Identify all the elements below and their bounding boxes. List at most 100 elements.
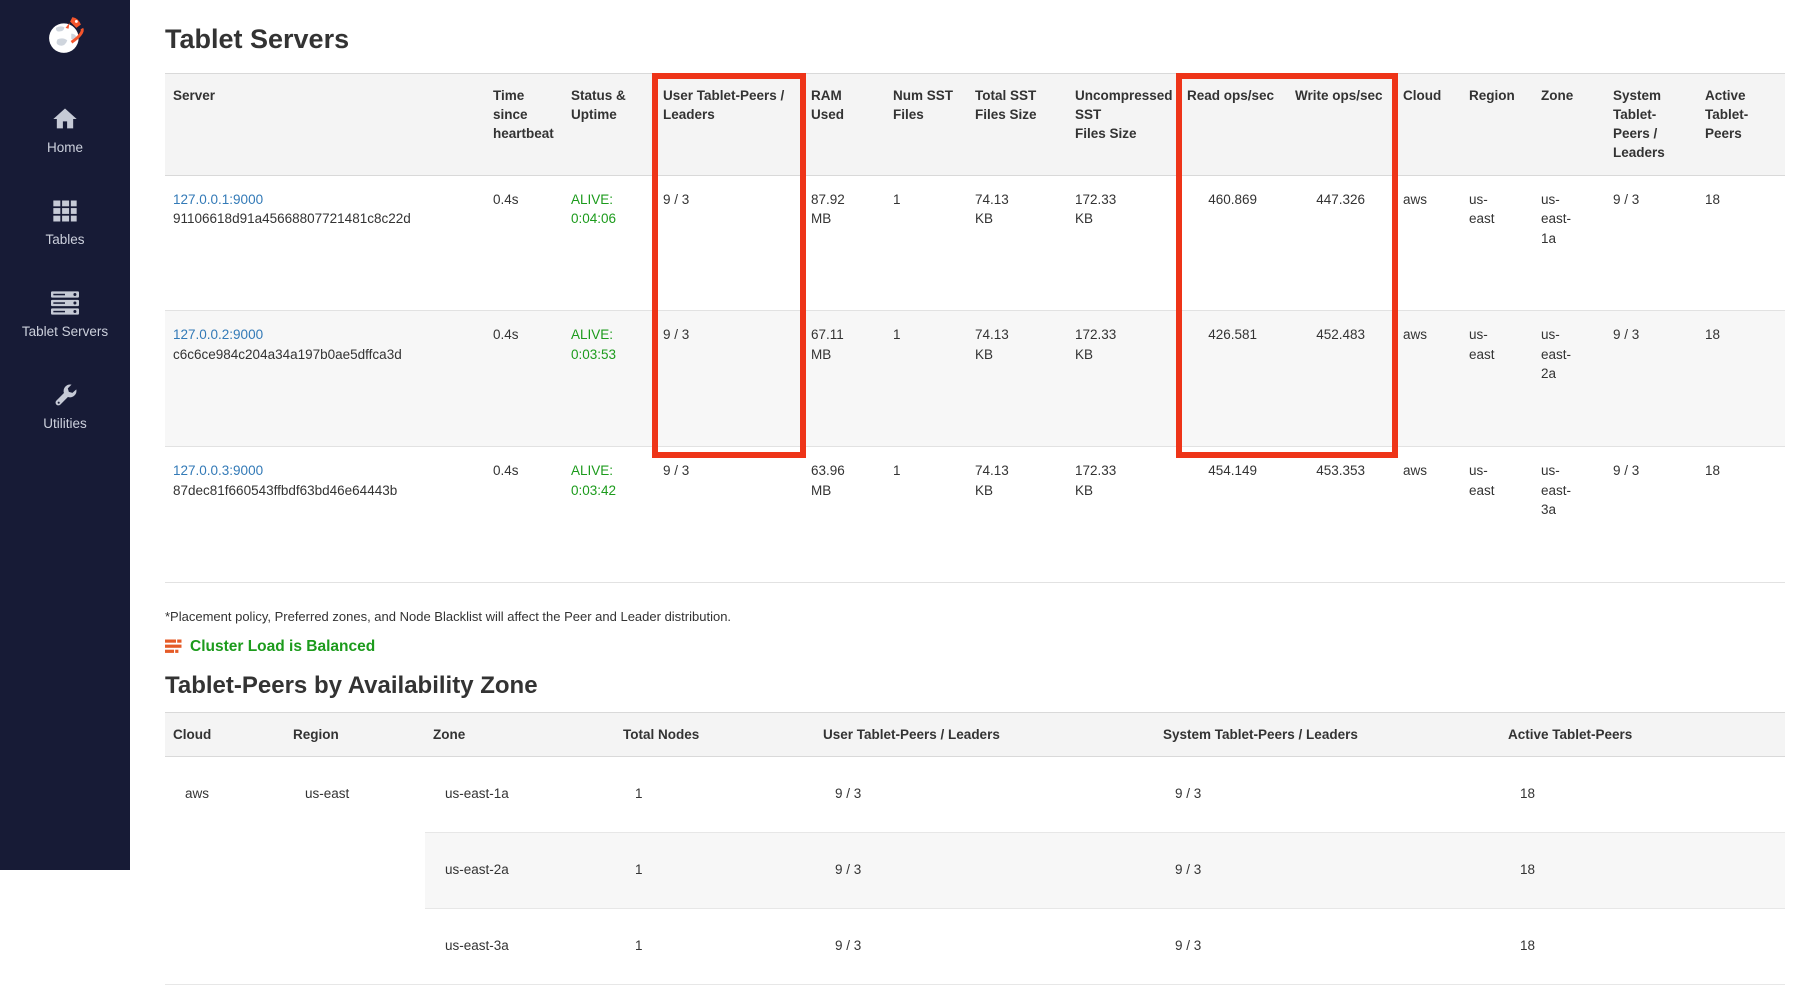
server-uuid: 87dec81f660543ffbdf63bd46e64443b bbox=[173, 481, 477, 501]
system-peers-cell: 9 / 3 bbox=[1155, 756, 1500, 832]
uptime-text: 0:03:42 bbox=[571, 481, 647, 501]
zone-cell: us- east- 2a bbox=[1533, 311, 1605, 447]
table-header-row: CloudRegionZoneTotal NodesUser Tablet-Pe… bbox=[165, 712, 1785, 756]
yugabyte-logo[interactable] bbox=[40, 12, 90, 67]
sidebar-item-home[interactable]: Home bbox=[47, 105, 83, 155]
placement-footnote: *Placement policy, Preferred zones, and … bbox=[165, 609, 1789, 624]
ram-cell: 67.11 MB bbox=[803, 311, 885, 447]
sidebar-item-tables[interactable]: Tables bbox=[45, 197, 84, 247]
server-link[interactable]: 127.0.0.3:9000 bbox=[173, 463, 263, 478]
yugabyte-logo-icon bbox=[40, 12, 90, 62]
column-header: Time since heartbeat bbox=[485, 74, 563, 176]
az-table-wrap: CloudRegionZoneTotal NodesUser Tablet-Pe… bbox=[165, 712, 1785, 985]
server-link[interactable]: 127.0.0.2:9000 bbox=[173, 327, 263, 342]
server-cell: 127.0.0.3:9000 87dec81f660543ffbdf63bd46e… bbox=[165, 447, 485, 583]
region-cell: us- east bbox=[1461, 175, 1533, 311]
user-peers-cell: 9 / 3 bbox=[815, 756, 1155, 832]
cluster-load-status: Cluster Load is Balanced bbox=[165, 638, 1789, 656]
page-title: Tablet Servers bbox=[165, 24, 1789, 55]
active-peers-cell: 18 bbox=[1697, 311, 1785, 447]
uncompressed-sst-cell: 172.33 KB bbox=[1067, 311, 1179, 447]
total-nodes-cell: 1 bbox=[615, 832, 815, 908]
write-ops-cell: 452.483 bbox=[1287, 311, 1395, 447]
server-link[interactable]: 127.0.0.1:9000 bbox=[173, 192, 263, 207]
read-ops-cell: 460.869 bbox=[1179, 175, 1287, 311]
region-cell: us-east bbox=[285, 756, 425, 984]
user-peers-cell: 9 / 3 bbox=[815, 832, 1155, 908]
num-sst-cell: 1 bbox=[885, 175, 967, 311]
user-peers-cell: 9 / 3 bbox=[815, 908, 1155, 984]
column-header: Uncompressed SST Files Size bbox=[1067, 74, 1179, 176]
read-ops-cell: 454.149 bbox=[1179, 447, 1287, 583]
server-cell: 127.0.0.1:9000 91106618d91a45668807721481… bbox=[165, 175, 485, 311]
sidebar-item-label: Home bbox=[47, 140, 83, 155]
column-header: RAM Used bbox=[803, 74, 885, 176]
table-header-row: ServerTime since heartbeatStatus & Uptim… bbox=[165, 74, 1785, 176]
sidebar-item-label: Utilities bbox=[43, 416, 87, 431]
az-section-title: Tablet-Peers by Availability Zone bbox=[165, 672, 1789, 700]
ram-cell: 63.96 MB bbox=[803, 447, 885, 583]
sidebar-item-tablet-servers[interactable]: Tablet Servers bbox=[22, 289, 108, 339]
column-header: User Tablet-Peers / Leaders bbox=[655, 74, 803, 176]
sidebar-item-utilities[interactable]: Utilities bbox=[43, 381, 87, 431]
user-peers-cell: 9 / 3 bbox=[655, 175, 803, 311]
user-peers-cell: 9 / 3 bbox=[655, 311, 803, 447]
az-table: CloudRegionZoneTotal NodesUser Tablet-Pe… bbox=[165, 712, 1785, 985]
column-header: System Tablet-Peers / Leaders bbox=[1155, 712, 1500, 756]
status-cell: ALIVE:0:03:42 bbox=[563, 447, 655, 583]
active-peers-cell: 18 bbox=[1500, 756, 1785, 832]
status-text: ALIVE: bbox=[571, 190, 647, 210]
total-nodes-cell: 1 bbox=[615, 756, 815, 832]
table-row: 127.0.0.1:9000 91106618d91a45668807721481… bbox=[165, 175, 1785, 311]
main-content: Tablet Servers ServerTime since heartbea… bbox=[130, 0, 1809, 985]
sidebar-item-label: Tables bbox=[45, 232, 84, 247]
system-peers-cell: 9 / 3 bbox=[1155, 832, 1500, 908]
zone-cell: us- east- 1a bbox=[1533, 175, 1605, 311]
read-ops-cell: 426.581 bbox=[1179, 311, 1287, 447]
column-header: User Tablet-Peers / Leaders bbox=[815, 712, 1155, 756]
heartbeat-cell: 0.4s bbox=[485, 447, 563, 583]
total-sst-cell: 74.13 KB bbox=[967, 175, 1067, 311]
region-cell: us- east bbox=[1461, 447, 1533, 583]
region-cell: us- east bbox=[1461, 311, 1533, 447]
column-header: Write ops/sec bbox=[1287, 74, 1395, 176]
column-header: Active Tablet-Peers bbox=[1500, 712, 1785, 756]
write-ops-cell: 447.326 bbox=[1287, 175, 1395, 311]
system-peers-cell: 9 / 3 bbox=[1155, 908, 1500, 984]
column-header: Region bbox=[1461, 74, 1533, 176]
tablet-servers-table: ServerTime since heartbeatStatus & Uptim… bbox=[165, 73, 1785, 583]
tablet-servers-table-wrap: ServerTime since heartbeatStatus & Uptim… bbox=[165, 73, 1785, 583]
cloud-cell: aws bbox=[165, 756, 285, 984]
uptime-text: 0:03:53 bbox=[571, 345, 647, 365]
sidebar: Home Tables Tablet Servers Ut bbox=[0, 0, 130, 870]
num-sst-cell: 1 bbox=[885, 311, 967, 447]
column-header: Read ops/sec bbox=[1179, 74, 1287, 176]
table-row: awsus-eastus-east-1a19 / 39 / 318 bbox=[165, 756, 1785, 832]
cluster-load-icon bbox=[165, 639, 182, 654]
heartbeat-cell: 0.4s bbox=[485, 311, 563, 447]
server-uuid: 91106618d91a45668807721481c8c22d bbox=[173, 209, 477, 229]
table-row: 127.0.0.2:9000 c6c6ce984c204a34a197b0ae5d… bbox=[165, 311, 1785, 447]
column-header: Cloud bbox=[1395, 74, 1461, 176]
zone-cell: us-east-3a bbox=[425, 908, 615, 984]
active-peers-cell: 18 bbox=[1697, 447, 1785, 583]
system-peers-cell: 9 / 3 bbox=[1605, 175, 1697, 311]
tables-icon bbox=[50, 197, 80, 225]
utilities-icon bbox=[50, 381, 80, 409]
column-header: Server bbox=[165, 74, 485, 176]
tablet-servers-icon bbox=[49, 289, 81, 317]
cluster-load-label: Cluster Load is Balanced bbox=[190, 638, 375, 656]
heartbeat-cell: 0.4s bbox=[485, 175, 563, 311]
status-cell: ALIVE:0:04:06 bbox=[563, 175, 655, 311]
column-header: Region bbox=[285, 712, 425, 756]
home-icon bbox=[50, 105, 80, 133]
server-uuid: c6c6ce984c204a34a197b0ae5dffca3d bbox=[173, 345, 477, 365]
status-text: ALIVE: bbox=[571, 461, 647, 481]
column-header: Zone bbox=[1533, 74, 1605, 176]
column-header: Num SST Files bbox=[885, 74, 967, 176]
uptime-text: 0:04:06 bbox=[571, 209, 647, 229]
user-peers-cell: 9 / 3 bbox=[655, 447, 803, 583]
ram-cell: 87.92 MB bbox=[803, 175, 885, 311]
cloud-cell: aws bbox=[1395, 311, 1461, 447]
uncompressed-sst-cell: 172.33 KB bbox=[1067, 447, 1179, 583]
